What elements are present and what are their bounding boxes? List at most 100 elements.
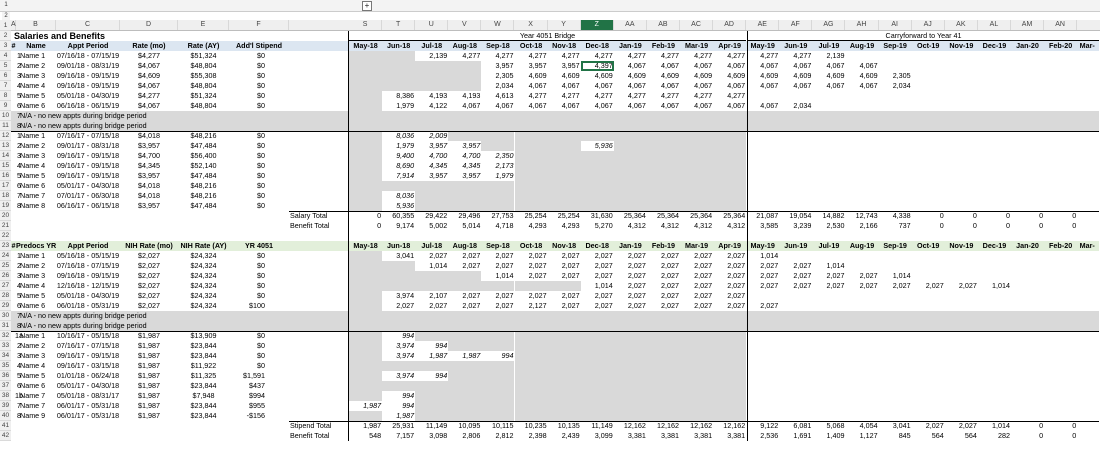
month-value[interactable]: 4,067 [614,61,647,71]
total-value[interactable]: 4,293 [548,221,581,231]
stipend-cell[interactable]: $0 [229,361,289,371]
row-header[interactable]: 42 [0,431,11,441]
stipend-cell[interactable]: $0 [229,281,289,291]
month-label[interactable]: Dec-18 [581,241,614,251]
month-value[interactable]: 2,127 [515,301,548,311]
total-label[interactable]: Benefit Total [290,431,348,441]
row-header[interactable]: 29 [0,301,11,311]
month-label[interactable]: Jul-18 [415,241,448,251]
month-value[interactable]: 4,277 [614,51,647,61]
month-value[interactable]: 2,027 [647,251,680,261]
rate-mo-cell[interactable]: $1,987 [120,391,178,401]
month-value[interactable]: 4,277 [581,91,614,101]
total-value[interactable]: 12,162 [680,421,713,431]
month-value[interactable]: 2,107 [415,291,448,301]
month-value[interactable]: 994 [481,351,515,361]
row-header[interactable]: 18 [0,191,11,201]
month-value[interactable]: 3,974 [382,351,416,361]
month-value[interactable]: 4,277 [647,51,680,61]
month-value[interactable]: 1,987 [448,351,482,361]
total-value[interactable]: 0 [1011,421,1044,431]
total-value[interactable]: 0 [1044,431,1077,441]
appt-period-cell[interactable]: 06/16/18 - 06/15/19 [56,101,120,111]
month-value[interactable]: 4,122 [415,101,448,111]
month-value[interactable]: 3,957 [448,141,482,151]
rate-ay-cell[interactable]: $7,948 [178,391,229,401]
appt-period-cell[interactable]: 06/16/17 - 06/15/18 [56,201,120,211]
month-value[interactable]: 2,027 [746,281,779,291]
row-header[interactable]: 27 [0,281,11,291]
rate-ay-cell[interactable]: $11,922 [178,361,229,371]
stipend-cell[interactable]: $955 [229,401,289,411]
total-value[interactable]: 0 [1011,211,1044,221]
month-value[interactable]: 4,277 [581,51,614,61]
stipend-cell[interactable]: $0 [229,191,289,201]
month-label[interactable]: Jul-18 [415,41,448,51]
month-value[interactable]: 1,014 [581,281,614,291]
appt-period-cell[interactable]: 06/01/17 - 05/31/18 [56,401,120,411]
total-value[interactable]: 564 [945,431,978,441]
appt-period-cell[interactable]: 09/16/17 - 09/15/18 [56,351,120,361]
rate-mo-cell[interactable]: $4,067 [120,61,178,71]
rate-ay-cell[interactable]: $48,804 [178,101,229,111]
month-value[interactable]: 2,027 [812,271,845,281]
total-value[interactable]: 3,381 [713,431,746,441]
month-value[interactable]: 4,067 [846,81,879,91]
month-value[interactable]: 4,277 [746,51,779,61]
total-value[interactable]: 11,149 [415,421,448,431]
month-value[interactable]: 1,014 [746,251,779,261]
month-label[interactable]: Apr-19 [713,41,746,51]
month-value[interactable]: 2,027 [448,261,481,271]
month-value[interactable]: 1,987 [415,351,449,361]
month-value[interactable]: 2,027 [448,291,481,301]
row-header[interactable]: 23 [0,241,11,251]
total-value[interactable]: 2,536 [746,431,779,441]
month-value[interactable]: 2,027 [647,281,680,291]
month-label[interactable]: Jun-19 [779,41,812,51]
total-value[interactable]: 29,422 [415,211,448,221]
month-value[interactable]: 9,400 [382,151,416,161]
month-value[interactable]: 4,067 [647,81,680,91]
total-value[interactable]: 5,270 [581,221,614,231]
total-value[interactable]: 0 [1011,221,1044,231]
month-value[interactable]: 2,027 [614,291,647,301]
total-value[interactable]: 9,122 [746,421,779,431]
month-value[interactable]: 3,957 [548,61,581,71]
row-header[interactable]: 10 [0,111,11,121]
total-value[interactable]: 2,398 [515,431,548,441]
month-value[interactable]: 3,041 [382,251,415,261]
month-value[interactable]: 4,277 [713,51,746,61]
month-value[interactable]: 2,027 [415,251,448,261]
row-header[interactable]: 6 [0,71,11,81]
month-value[interactable]: 2,027 [779,261,812,271]
stipend-cell[interactable]: $0 [229,81,289,91]
total-value[interactable]: 5,002 [415,221,448,231]
total-value[interactable]: 0 [912,211,945,221]
month-value[interactable]: 2,027 [746,271,779,281]
month-value[interactable]: 4,067 [779,81,812,91]
total-value[interactable]: 282 [978,431,1011,441]
month-value[interactable]: 4,277 [680,91,713,101]
month-value[interactable]: 2,027 [680,301,713,311]
month-value[interactable]: 4,613 [481,91,514,101]
row-header[interactable]: 38 [0,391,11,401]
month-label[interactable]: Apr-19 [713,241,746,251]
month-value[interactable]: 2,027 [548,271,581,281]
appt-period-cell[interactable]: 09/16/18 - 09/15/19 [56,71,120,81]
total-value[interactable]: 1,409 [812,431,845,441]
month-value[interactable]: 2,027 [581,261,614,271]
rate-ay-cell[interactable]: $51,324 [178,91,229,101]
total-value[interactable]: 4,312 [713,221,746,231]
row-header[interactable]: 28 [0,291,11,301]
month-value[interactable]: 4,067 [713,61,746,71]
rate-ay-cell[interactable]: $51,324 [178,51,229,61]
row-header[interactable]: 12 [0,131,11,141]
total-value[interactable]: 3,041 [879,421,912,431]
rate-ay-cell[interactable]: $24,324 [178,301,229,311]
total-value[interactable]: 0 [1011,431,1044,441]
month-value[interactable]: 2,027 [481,291,514,301]
rate-ay-cell[interactable]: $23,844 [178,411,229,421]
month-value[interactable]: 1,979 [382,141,416,151]
month-value[interactable]: 3,974 [382,371,416,381]
month-value[interactable]: 2,027 [812,281,845,291]
